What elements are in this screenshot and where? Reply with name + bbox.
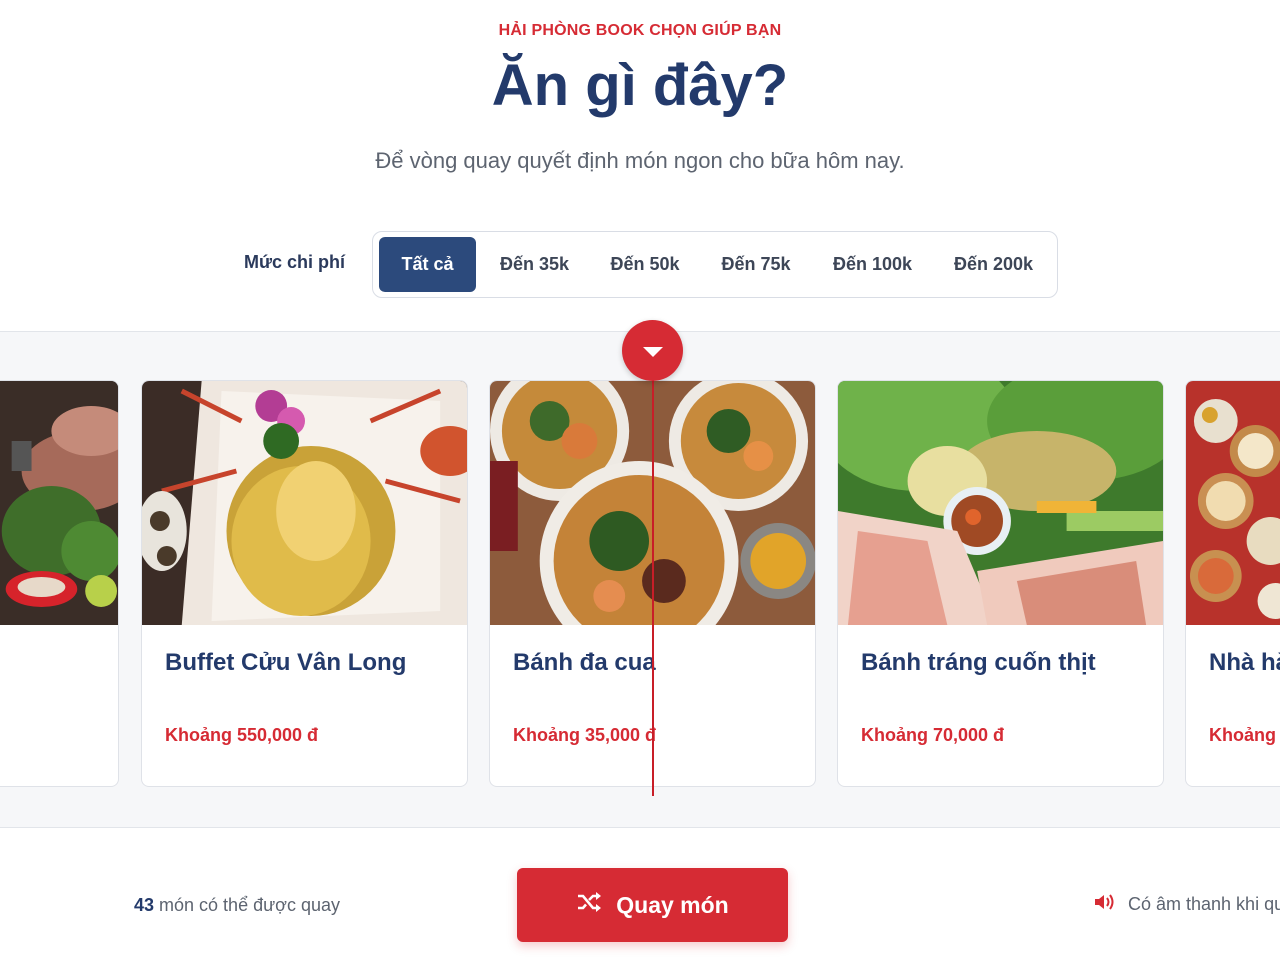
filter-chip-50k[interactable]: Đến 50k [593,237,697,292]
dish-name: Bánh tráng cuốn thịt [861,649,1096,676]
filter-chip-35k[interactable]: Đến 35k [476,237,593,292]
sound-note: Có âm thanh khi quay [1094,893,1280,916]
pointer-knob [622,320,683,381]
spinner-strip: Buffet Cửu Vân Long Khoảng 550,000 đ Bán… [0,331,1280,828]
filter-chip-all[interactable]: Tất cả [379,237,476,292]
filter-chip-200k[interactable]: Đến 200k [930,237,1057,292]
filter-chip-75k[interactable]: Đến 75k [697,237,815,292]
pointer-line [652,352,654,796]
dish-price: Khoảng 70,000 đ [861,725,1005,745]
sound-note-text: Có âm thanh khi quay [1128,894,1280,914]
page-title: Ăn gì đây? [491,53,789,118]
price-filter-group: Tất cả Đến 35k Đến 50k Đến 75k Đến 100k … [372,231,1058,298]
caret-down-icon [642,346,663,357]
dish-name: Nhà hà [1209,649,1280,676]
speaker-icon [1094,893,1116,916]
dish-card[interactable]: Bánh tráng cuốn thịt Khoảng 70,000 đ [837,380,1164,787]
dish-card[interactable] [0,380,119,787]
dish-image [142,381,467,625]
dish-name: Buffet Cửu Vân Long [165,649,407,676]
bottom-bar: 43 món có thể được quay Quay món Có âm t… [0,829,1280,960]
price-filter-label: Mức chi phí [244,252,346,272]
dish-count: 43 món có thể được quay [134,895,340,916]
dish-count-number: 43 [134,895,155,915]
eyebrow-label: HẢI PHÒNG BOOK CHỌN GIÚP BẠN [498,22,782,39]
filter-chip-100k[interactable]: Đến 100k [815,237,930,292]
dish-count-text: món có thể được quay [154,895,340,915]
page-subtitle: Để vòng quay quyết định món ngon cho bữa… [375,148,905,173]
dish-card[interactable]: Nhà hà Khoảng [1185,380,1280,787]
dish-price: Khoảng 35,000 đ [513,725,657,745]
spin-button-label: Quay món [616,891,729,918]
dish-image [0,381,118,625]
dish-image [1186,381,1280,625]
dish-price: Khoảng 550,000 đ [165,725,319,745]
spin-button[interactable]: Quay món [517,868,788,942]
dish-card[interactable]: Buffet Cửu Vân Long Khoảng 550,000 đ [141,380,468,787]
dish-name: Bánh đa cua [513,649,656,676]
shuffle-icon [576,891,602,919]
dish-price: Khoảng [1209,725,1276,745]
dish-image [838,381,1163,625]
